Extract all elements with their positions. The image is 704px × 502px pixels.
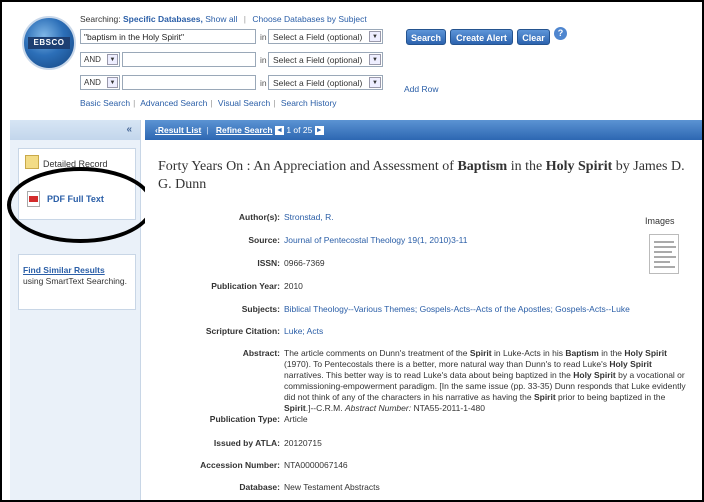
choose-databases-link[interactable]: Choose Databases by Subject [252, 14, 366, 24]
searching-db: Specific Databases, [123, 14, 203, 24]
scripture-label: Scripture Citation: [205, 326, 280, 336]
in-label-3: in [260, 78, 267, 88]
searching-line: Searching: Specific Databases, Show all … [80, 14, 367, 24]
accession-value: NTA0000067146 [284, 460, 348, 470]
abstract-text: The article comments on Dunn's treatment… [284, 348, 686, 413]
issn-value: 0966-7369 [284, 258, 325, 268]
chevron-down-icon: ▼ [369, 77, 381, 88]
chevron-down-icon: ▼ [369, 31, 381, 42]
highlight-circle-annotation [7, 167, 154, 243]
search-input-1[interactable]: "baptism in the Holy Spirit" [80, 29, 256, 44]
chevron-down-icon: ▼ [369, 54, 381, 65]
find-similar-box: Find Similar Results using SmartText Sea… [18, 254, 136, 310]
show-all-link[interactable]: Show all [205, 14, 237, 24]
source-link[interactable]: Journal of Pentecostal Theology 19(1, 20… [284, 235, 468, 245]
pubtype-label: Publication Type: [209, 414, 280, 424]
in-label-1: in [260, 32, 267, 42]
database-label: Database: [239, 482, 280, 492]
issn-label: ISSN: [257, 258, 280, 268]
record-title: Forty Years On : An Appreciation and Ass… [158, 159, 685, 192]
source-label: Source: [248, 235, 280, 245]
field-select-2-value: Select a Field (optional) [273, 55, 363, 65]
issued-label: Issued by ATLA: [213, 438, 280, 448]
next-record-icon[interactable]: ► [314, 126, 324, 136]
ebsco-logo[interactable]: EBSCO [22, 16, 76, 70]
author-label: Author(s): [238, 212, 280, 222]
search-history-link[interactable]: Search History [281, 98, 337, 108]
field-select-3-value: Select a Field (optional) [273, 78, 363, 88]
field-select-3[interactable]: Select a Field (optional) ▼ [268, 75, 383, 90]
basic-search-link[interactable]: Basic Search [80, 98, 130, 108]
find-similar-subtext: using SmartText Searching. [23, 276, 127, 286]
help-icon[interactable]: ? [554, 27, 567, 40]
create-alert-button[interactable]: Create Alert [450, 29, 513, 45]
scripture-links[interactable]: Luke; Acts [284, 326, 323, 336]
bool-select-2[interactable]: AND ▼ [80, 52, 120, 67]
advanced-search-link[interactable]: Advanced Search [140, 98, 207, 108]
bool-select-3-value: AND [84, 78, 101, 87]
image-thumbnail[interactable] [649, 234, 679, 274]
find-similar-link[interactable]: Find Similar Results [23, 265, 131, 275]
subjects-links[interactable]: Biblical Theology--Various Themes; Gospe… [284, 304, 630, 314]
search-input-2[interactable] [122, 52, 256, 67]
subjects-label: Subjects: [241, 304, 280, 314]
sidebar-header: « [10, 120, 140, 140]
database-value: New Testament Abstracts [284, 482, 380, 492]
images-label: Images [645, 216, 675, 226]
add-row-link[interactable]: Add Row [404, 84, 439, 94]
chevron-down-icon: ▼ [107, 77, 118, 88]
searching-label: Searching: [80, 14, 121, 24]
collapse-icon[interactable]: « [126, 124, 132, 135]
chevron-down-icon: ▼ [107, 54, 118, 65]
result-list-link[interactable]: ‹Result List [155, 125, 201, 135]
previous-record-icon[interactable]: ◄ [274, 126, 284, 136]
refine-search-link[interactable]: Refine Search [216, 125, 273, 135]
logo-text: EBSCO [28, 37, 70, 49]
search-header: EBSCO Searching: Specific Databases, Sho… [2, 2, 702, 118]
field-select-1-value: Select a Field (optional) [273, 32, 363, 42]
year-value: 2010 [284, 281, 303, 291]
search-button[interactable]: Search [406, 29, 446, 45]
result-nav-bar: ‹Result List | Refine Search ◄ 1 of 25 ► [145, 120, 702, 140]
record-position: 1 of 25 [286, 125, 313, 135]
clear-button[interactable]: Clear [517, 29, 550, 45]
search-mode-links: Basic Search | Advanced Search | Visual Se… [80, 98, 337, 108]
in-label-2: in [260, 55, 267, 65]
abstract-label: Abstract: [242, 348, 280, 358]
field-select-1[interactable]: Select a Field (optional) ▼ [268, 29, 383, 44]
bool-select-3[interactable]: AND ▼ [80, 75, 120, 90]
author-link[interactable]: Stronstad, R. [284, 212, 334, 222]
document-icon [25, 155, 39, 169]
bool-select-2-value: AND [84, 55, 101, 64]
year-label: Publication Year: [211, 281, 280, 291]
issued-value: 20120715 [284, 438, 322, 448]
field-select-2[interactable]: Select a Field (optional) ▼ [268, 52, 383, 67]
pubtype-value: Article [284, 414, 308, 424]
search-input-3[interactable] [122, 75, 256, 90]
accession-label: Accession Number: [200, 460, 280, 470]
record-detail: ‹Result List | Refine Search ◄ 1 of 25 ► … [145, 120, 702, 500]
visual-search-link[interactable]: Visual Search [218, 98, 270, 108]
app-frame: EBSCO Searching: Specific Databases, Sho… [2, 2, 702, 500]
